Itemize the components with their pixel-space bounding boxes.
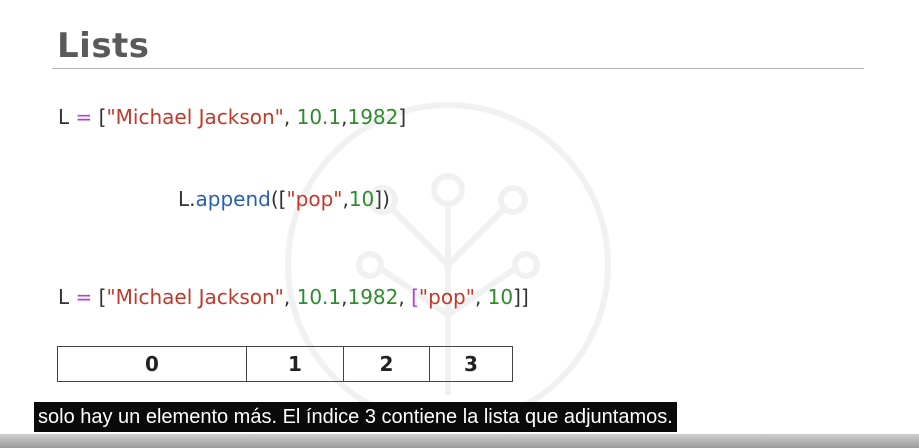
code-bracket: ] <box>520 285 529 309</box>
code-bracket: ]) <box>374 187 390 211</box>
code-separator: , <box>283 105 297 129</box>
index-cell: 0 <box>58 347 247 381</box>
code-number: 10 <box>487 285 514 309</box>
code-nested-bracket: [ <box>411 285 419 309</box>
code-identifier: L <box>58 105 70 129</box>
code-string: "Michael Jackson" <box>106 285 284 309</box>
code-line-result-list: L = ["Michael Jackson", 10.1,1982, ["pop… <box>58 285 529 309</box>
code-separator: , <box>398 285 412 309</box>
code-number: 10.1 <box>296 285 342 309</box>
tree-network-logo-icon <box>285 102 611 428</box>
code-string: "pop" <box>418 285 475 309</box>
code-bracket: ] <box>398 105 407 129</box>
code-identifier: L <box>58 285 70 309</box>
index-cell: 3 <box>464 352 478 376</box>
index-cell: 1 <box>247 347 344 381</box>
code-separator: , <box>283 285 297 309</box>
code-line-append-call: L.append(["pop",10]) <box>178 187 390 211</box>
code-bracket: ([ <box>270 187 287 211</box>
code-identifier: L. <box>178 187 196 211</box>
index-table: 0 1 2 3 <box>57 346 513 382</box>
code-separator: , <box>474 285 488 309</box>
code-string: "Michael Jackson" <box>106 105 284 129</box>
code-operator: = <box>75 285 93 309</box>
title-divider <box>52 68 864 69</box>
video-player-bar[interactable] <box>0 434 919 448</box>
code-string: "pop" <box>286 187 343 211</box>
code-operator: = <box>75 105 93 129</box>
slide: Lists L = ["Michael Jackson", 10.1,1982]… <box>0 0 919 448</box>
code-number: 10.1 <box>296 105 342 129</box>
code-number: 1982 <box>347 285 399 309</box>
index-cell: 2 <box>344 347 430 381</box>
code-nested-bracket: ] <box>513 285 521 309</box>
code-number: 1982 <box>347 105 399 129</box>
code-method: append <box>195 187 271 211</box>
video-caption: solo hay un elemento más. El índice 3 co… <box>34 402 677 432</box>
code-line-original-list: L = ["Michael Jackson", 10.1,1982] <box>58 105 406 129</box>
code-number: 10 <box>348 187 375 211</box>
slide-title: Lists <box>57 26 150 66</box>
